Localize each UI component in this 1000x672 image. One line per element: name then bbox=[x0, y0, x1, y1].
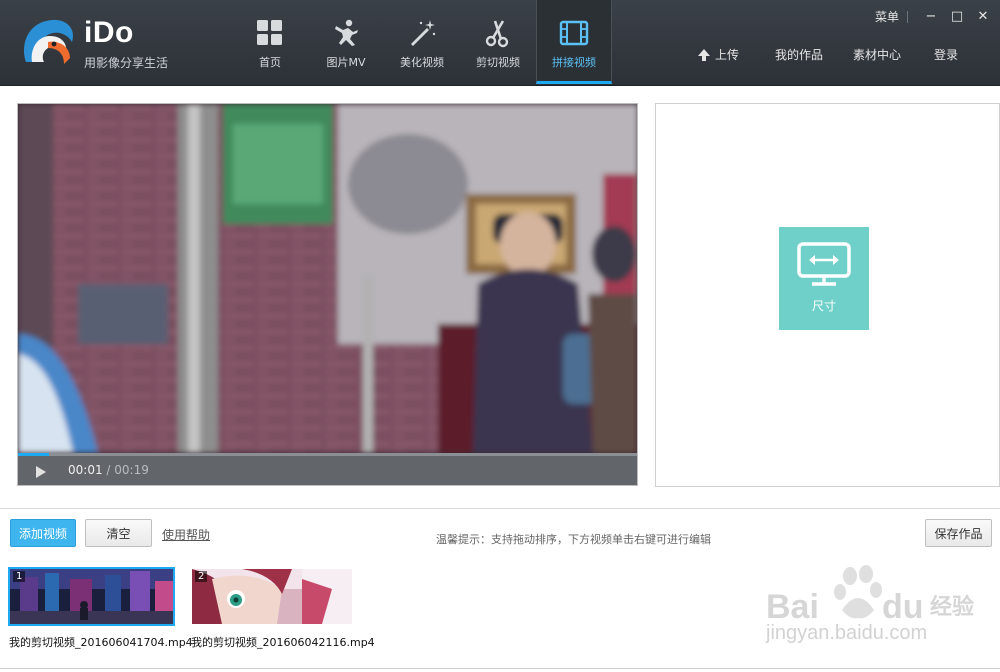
player-controls: 00:01 / 00:19 bbox=[18, 456, 637, 485]
save-work-button[interactable]: 保存作品 bbox=[925, 519, 992, 547]
login-link[interactable]: 登录 bbox=[934, 46, 958, 63]
main-nav: 首页 图片MV 美化视频 剪切视频 拼接视频 bbox=[232, 0, 612, 84]
grid-icon bbox=[257, 20, 282, 45]
clip-thumbnail-image bbox=[10, 569, 173, 624]
clip-thumbnail-image bbox=[192, 569, 352, 624]
divider bbox=[0, 508, 1000, 509]
nav-item-beautify-video[interactable]: 美化视频 bbox=[384, 0, 460, 84]
current-time: 00:01 bbox=[68, 463, 103, 477]
size-label: 尺寸 bbox=[811, 299, 836, 313]
time-separator: / bbox=[102, 463, 115, 477]
nav-label: 拼接视频 bbox=[552, 56, 596, 69]
film-strip-icon bbox=[559, 20, 589, 46]
ido-logo bbox=[24, 19, 74, 64]
nav-item-home[interactable]: 首页 bbox=[232, 0, 308, 84]
magic-wand-icon bbox=[411, 20, 436, 46]
menu-button[interactable]: 菜单 bbox=[875, 8, 899, 25]
video-player[interactable]: 00:01 / 00:19 bbox=[17, 103, 638, 486]
material-center-link[interactable]: 素材中心 bbox=[853, 46, 901, 63]
size-button[interactable]: 尺寸 bbox=[779, 227, 869, 330]
svg-text:Bai: Bai bbox=[766, 588, 819, 626]
svg-text:du: du bbox=[882, 588, 924, 626]
monitor-resize-icon bbox=[797, 242, 851, 286]
divider bbox=[907, 10, 908, 23]
close-button[interactable]: ✕ bbox=[970, 9, 996, 24]
app-slogan: 用影像分享生活 bbox=[84, 56, 169, 70]
time-display: 00:01 / 00:19 bbox=[68, 463, 149, 477]
clear-button[interactable]: 清空 bbox=[85, 519, 152, 547]
help-link[interactable]: 使用帮助 bbox=[162, 526, 210, 543]
svg-text:经验: 经验 bbox=[930, 594, 974, 620]
nav-label: 剪切视频 bbox=[476, 56, 520, 69]
minimize-button[interactable]: − bbox=[918, 9, 944, 24]
window-controls: 菜单 − □ ✕ bbox=[875, 8, 996, 25]
video-frame[interactable] bbox=[18, 104, 637, 453]
total-time: 00:19 bbox=[114, 463, 149, 477]
video-still bbox=[18, 104, 637, 453]
upload-arrow-icon bbox=[698, 48, 710, 61]
clip-thumbnail[interactable]: 2 bbox=[192, 569, 355, 624]
maximize-button[interactable]: □ bbox=[944, 9, 970, 24]
nav-item-cut-video[interactable]: 剪切视频 bbox=[460, 0, 536, 84]
add-video-button[interactable]: 添加视频 bbox=[10, 519, 76, 547]
output-settings-panel: 尺寸 bbox=[655, 103, 1000, 487]
clip-index: 2 bbox=[195, 571, 208, 582]
divider bbox=[0, 668, 1000, 669]
upload-label: 上传 bbox=[715, 48, 740, 62]
clip-thumbnail[interactable]: 1 bbox=[8, 567, 175, 626]
dancer-icon bbox=[335, 19, 358, 46]
watermark-text: jingyan.baidu.com bbox=[766, 622, 928, 644]
clip-index: 1 bbox=[13, 571, 26, 582]
nav-label: 美化视频 bbox=[400, 56, 444, 69]
nav-label: 图片MV bbox=[326, 56, 366, 69]
tip-text: 温馨提示：支持拖动排序，下方视频单击右键可进行编辑 bbox=[436, 533, 711, 546]
login-label: 登录 bbox=[934, 48, 959, 62]
nav-item-join-video[interactable]: 拼接视频 bbox=[536, 0, 612, 84]
title-bar: iDo 用影像分享生活 首页 图片MV 美化视频 剪切视频 拼接视频 菜单 − … bbox=[0, 0, 1000, 86]
upload-button[interactable]: 上传 bbox=[697, 46, 739, 63]
scissors-icon bbox=[485, 20, 509, 48]
clip-filename: 我的剪切视频_201606041704.mp4 bbox=[9, 636, 193, 649]
nav-label: 首页 bbox=[259, 56, 281, 69]
nav-item-photo-mv[interactable]: 图片MV bbox=[308, 0, 384, 84]
play-icon[interactable] bbox=[36, 466, 46, 478]
my-works-link[interactable]: 我的作品 bbox=[775, 46, 823, 63]
material-center-label: 素材中心 bbox=[853, 48, 902, 62]
app-brand: iDo bbox=[84, 16, 134, 49]
my-works-label: 我的作品 bbox=[775, 48, 824, 62]
clip-filename: 我的剪切视频_201606042116.mp4 bbox=[191, 636, 375, 649]
